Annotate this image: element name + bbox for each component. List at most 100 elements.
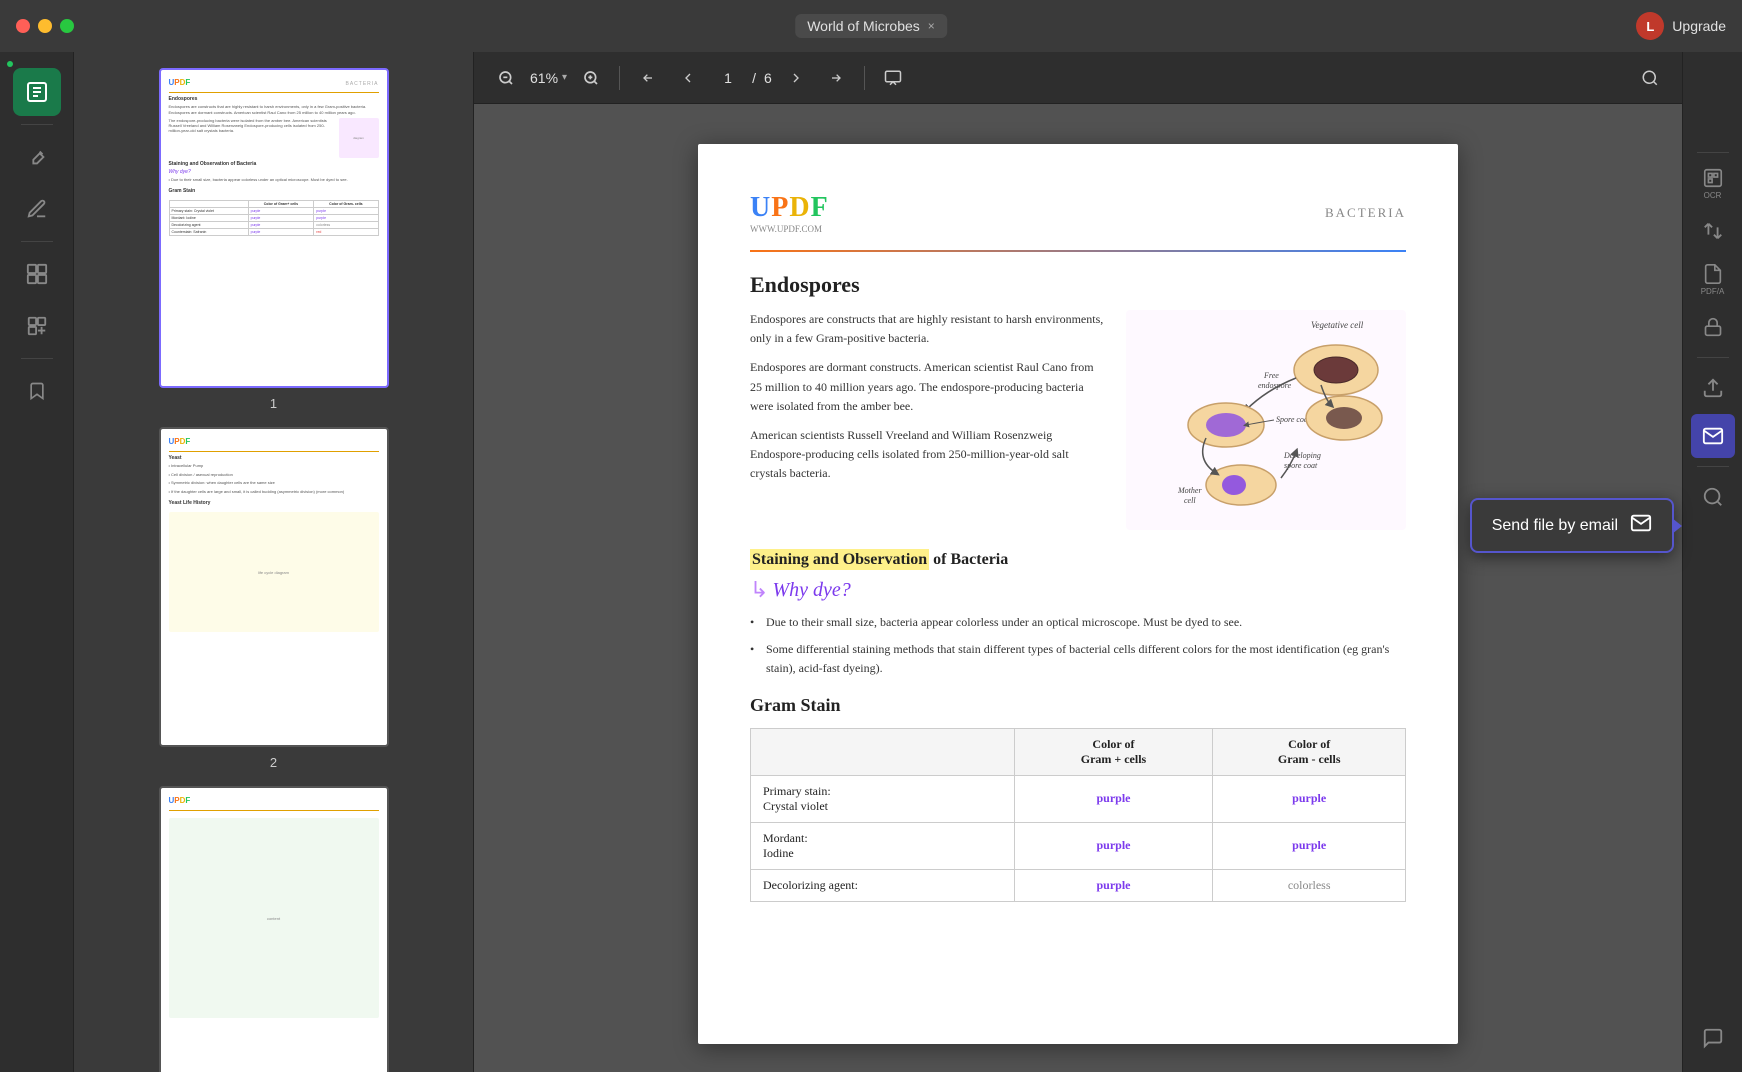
thumbnail-frame-2[interactable]: UPDF Yeast • Intracellular Pump • Cell d… (159, 427, 389, 747)
email-button[interactable] (1691, 414, 1735, 458)
pdf-page: UPDF WWW.UPDF.COM BACTERIA Endospores En… (698, 144, 1458, 1044)
table-row: Mordant:Iodine purple purple (751, 822, 1406, 869)
document-view[interactable]: UPDF WWW.UPDF.COM BACTERIA Endospores En… (474, 104, 1682, 1072)
thumbnail-page-num-2: 2 (270, 755, 277, 770)
gram-col-neg: Color ofGram - cells (1213, 728, 1406, 775)
thumbnail-item-2[interactable]: UPDF Yeast • Intracellular Pump • Cell d… (90, 427, 457, 770)
close-button[interactable] (16, 19, 30, 33)
toolbar-separator-1 (619, 66, 620, 90)
curly-brace-icon: ↳ (750, 577, 768, 603)
last-page-button[interactable] (820, 62, 852, 94)
gram-neg-1: purple (1213, 775, 1406, 822)
endospores-content: Endospores are constructs that are highl… (750, 310, 1406, 535)
bacteria-label: BACTERIA (1325, 205, 1406, 221)
updf-website: WWW.UPDF.COM (750, 224, 829, 234)
convert-button[interactable] (1691, 209, 1735, 253)
current-page-input[interactable] (712, 70, 744, 86)
bullet-list: Due to their small size, bacteria appear… (750, 613, 1406, 679)
titlebar: World of Microbes × + L Upgrade (0, 0, 1742, 52)
endospores-para2: Endospores are dormant constructs. Ameri… (750, 358, 1106, 416)
gram-col-empty (751, 728, 1015, 775)
search-toolbar-button[interactable] (1634, 62, 1666, 94)
table-row: Decolorizing agent: purple colorless (751, 869, 1406, 901)
gram-stain-title: Gram Stain (750, 695, 1406, 716)
upgrade-label: Upgrade (1672, 18, 1726, 34)
svg-text:cell: cell (1184, 496, 1196, 505)
thumbnail-frame-3[interactable]: UPDF content (159, 786, 389, 1072)
gram-neg-3: colorless (1213, 869, 1406, 901)
tooltip-email-icon (1630, 512, 1652, 539)
sidebar-divider-3 (21, 358, 53, 359)
endospores-para1: Endospores are constructs that are highl… (750, 310, 1106, 348)
sidebar-item-annotate[interactable] (13, 185, 61, 233)
thumbnail-item-1[interactable]: UPDF BACTERIA Endospores Endospores are … (90, 68, 457, 411)
first-page-button[interactable] (632, 62, 664, 94)
window-tab[interactable]: World of Microbes × (795, 14, 947, 38)
gram-label-2: Mordant:Iodine (751, 822, 1015, 869)
minimize-button[interactable] (38, 19, 52, 33)
staining-section: Staining and Observation of Bacteria ↳ W… (750, 551, 1406, 679)
chat-button[interactable] (1691, 1016, 1735, 1060)
gram-label-1: Primary stain:Crystal violet (751, 775, 1015, 822)
endospore-svg: Vegetative cell Free endospore (1126, 310, 1406, 530)
right-divider-3 (1697, 466, 1729, 467)
svg-text:Free: Free (1263, 371, 1279, 380)
pdfa-button[interactable]: PDF/A (1691, 257, 1735, 301)
zoom-out-button[interactable] (490, 62, 522, 94)
gram-neg-2: purple (1213, 822, 1406, 869)
sidebar-divider-1 (21, 124, 53, 125)
thumbnail-page-num-1: 1 (270, 396, 277, 411)
sidebar-divider-2 (21, 241, 53, 242)
bullet-item-1: Due to their small size, bacteria appear… (750, 613, 1406, 632)
sidebar-item-pages[interactable] (13, 250, 61, 298)
tab-close-button[interactable]: × (928, 19, 935, 33)
maximize-button[interactable] (60, 19, 74, 33)
header-divider (750, 250, 1406, 252)
why-dye-text: Why dye? (772, 579, 850, 602)
staining-title: Staining and Observation of Bacteria (750, 549, 1008, 570)
table-row: Primary stain:Crystal violet purple purp… (751, 775, 1406, 822)
page-nav: / 6 (712, 70, 772, 86)
toolbar-separator-2 (864, 66, 865, 90)
presentation-button[interactable] (877, 62, 909, 94)
thumbnail-panel[interactable]: UPDF BACTERIA Endospores Endospores are … (74, 52, 474, 1072)
bullet-item-2: Some differential staining methods that … (750, 640, 1406, 678)
endospores-diagram: Vegetative cell Free endospore (1126, 310, 1406, 535)
user-avatar: L (1636, 12, 1664, 40)
gram-table: Color ofGram + cells Color ofGram - cell… (750, 728, 1406, 902)
sidebar-item-reader[interactable] (13, 68, 61, 116)
sidebar-item-organize[interactable] (13, 302, 61, 350)
search-button[interactable] (1691, 475, 1735, 519)
send-file-tooltip[interactable]: Send file by email (1470, 498, 1674, 553)
gram-label-3: Decolorizing agent: (751, 869, 1015, 901)
total-pages: 6 (764, 70, 772, 86)
sidebar-item-bookmark[interactable] (13, 367, 61, 415)
next-page-button[interactable] (780, 62, 812, 94)
gram-pos-3: purple (1014, 869, 1213, 901)
toolbar: 61% ▾ / 6 (474, 52, 1682, 104)
thumbnail-item-3[interactable]: UPDF content 3 (90, 786, 457, 1072)
updf-logo: UPDF WWW.UPDF.COM (750, 192, 829, 234)
endospores-text: Endospores are constructs that are highl… (750, 310, 1106, 535)
tooltip-label: Send file by email (1492, 517, 1618, 535)
tab-title: World of Microbes (807, 18, 920, 34)
zoom-display[interactable]: 61% ▾ (530, 70, 567, 86)
ocr-button[interactable]: OCR (1691, 161, 1735, 205)
pdf-header: UPDF WWW.UPDF.COM BACTERIA (750, 192, 1406, 234)
upgrade-button[interactable]: L Upgrade (1636, 12, 1726, 40)
sidebar-item-pen[interactable] (13, 133, 61, 181)
share-button[interactable] (1691, 366, 1735, 410)
left-sidebar (0, 52, 74, 1072)
gram-pos-2: purple (1014, 822, 1213, 869)
thumbnail-frame-1[interactable]: UPDF BACTERIA Endospores Endospores are … (159, 68, 389, 388)
svg-text:Vegetative cell: Vegetative cell (1311, 320, 1364, 330)
protect-button[interactable] (1691, 305, 1735, 349)
prev-page-button[interactable] (672, 62, 704, 94)
traffic-lights (16, 19, 74, 33)
zoom-in-button[interactable] (575, 62, 607, 94)
main-layout: UPDF BACTERIA Endospores Endospores are … (0, 52, 1742, 1072)
endospores-title: Endospores (750, 272, 1406, 298)
endospores-para3: American scientists Russell Vreeland and… (750, 426, 1106, 484)
zoom-level: 61% (530, 70, 558, 86)
svg-text:Mother: Mother (1177, 486, 1202, 495)
